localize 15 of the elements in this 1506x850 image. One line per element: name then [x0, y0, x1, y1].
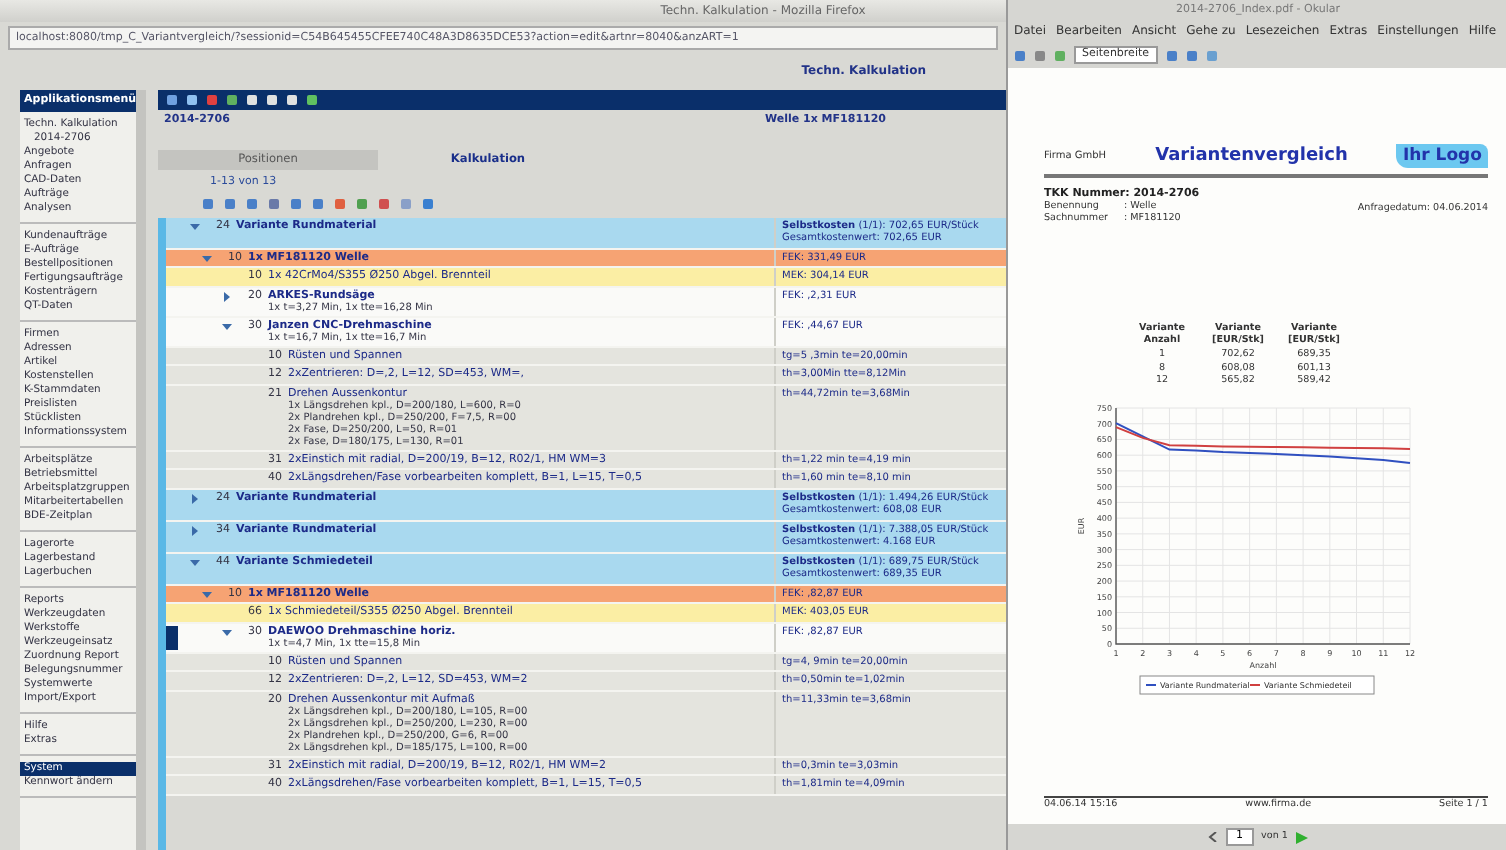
previous-icon[interactable] [1208, 832, 1219, 842]
expand-arrow-icon[interactable] [190, 221, 200, 232]
expand-arrow-icon[interactable] [190, 557, 200, 568]
expand-arrow-icon[interactable] [202, 253, 212, 264]
expand-arrow-icon[interactable] [222, 627, 232, 638]
document-heading: Variantenvergleich [1155, 145, 1348, 167]
logo: Ihr Logo [1396, 144, 1488, 169]
expand-arrow-icon[interactable] [190, 493, 200, 504]
expand-arrow-icon[interactable] [222, 321, 232, 332]
selection-marker [166, 625, 178, 650]
expand-arrow-icon[interactable] [202, 589, 212, 600]
expand-arrow-icon[interactable] [222, 291, 232, 302]
expand-arrow-icon[interactable] [190, 525, 200, 536]
table-row[interactable] [166, 691, 1006, 758]
next-icon[interactable] [1295, 831, 1308, 843]
